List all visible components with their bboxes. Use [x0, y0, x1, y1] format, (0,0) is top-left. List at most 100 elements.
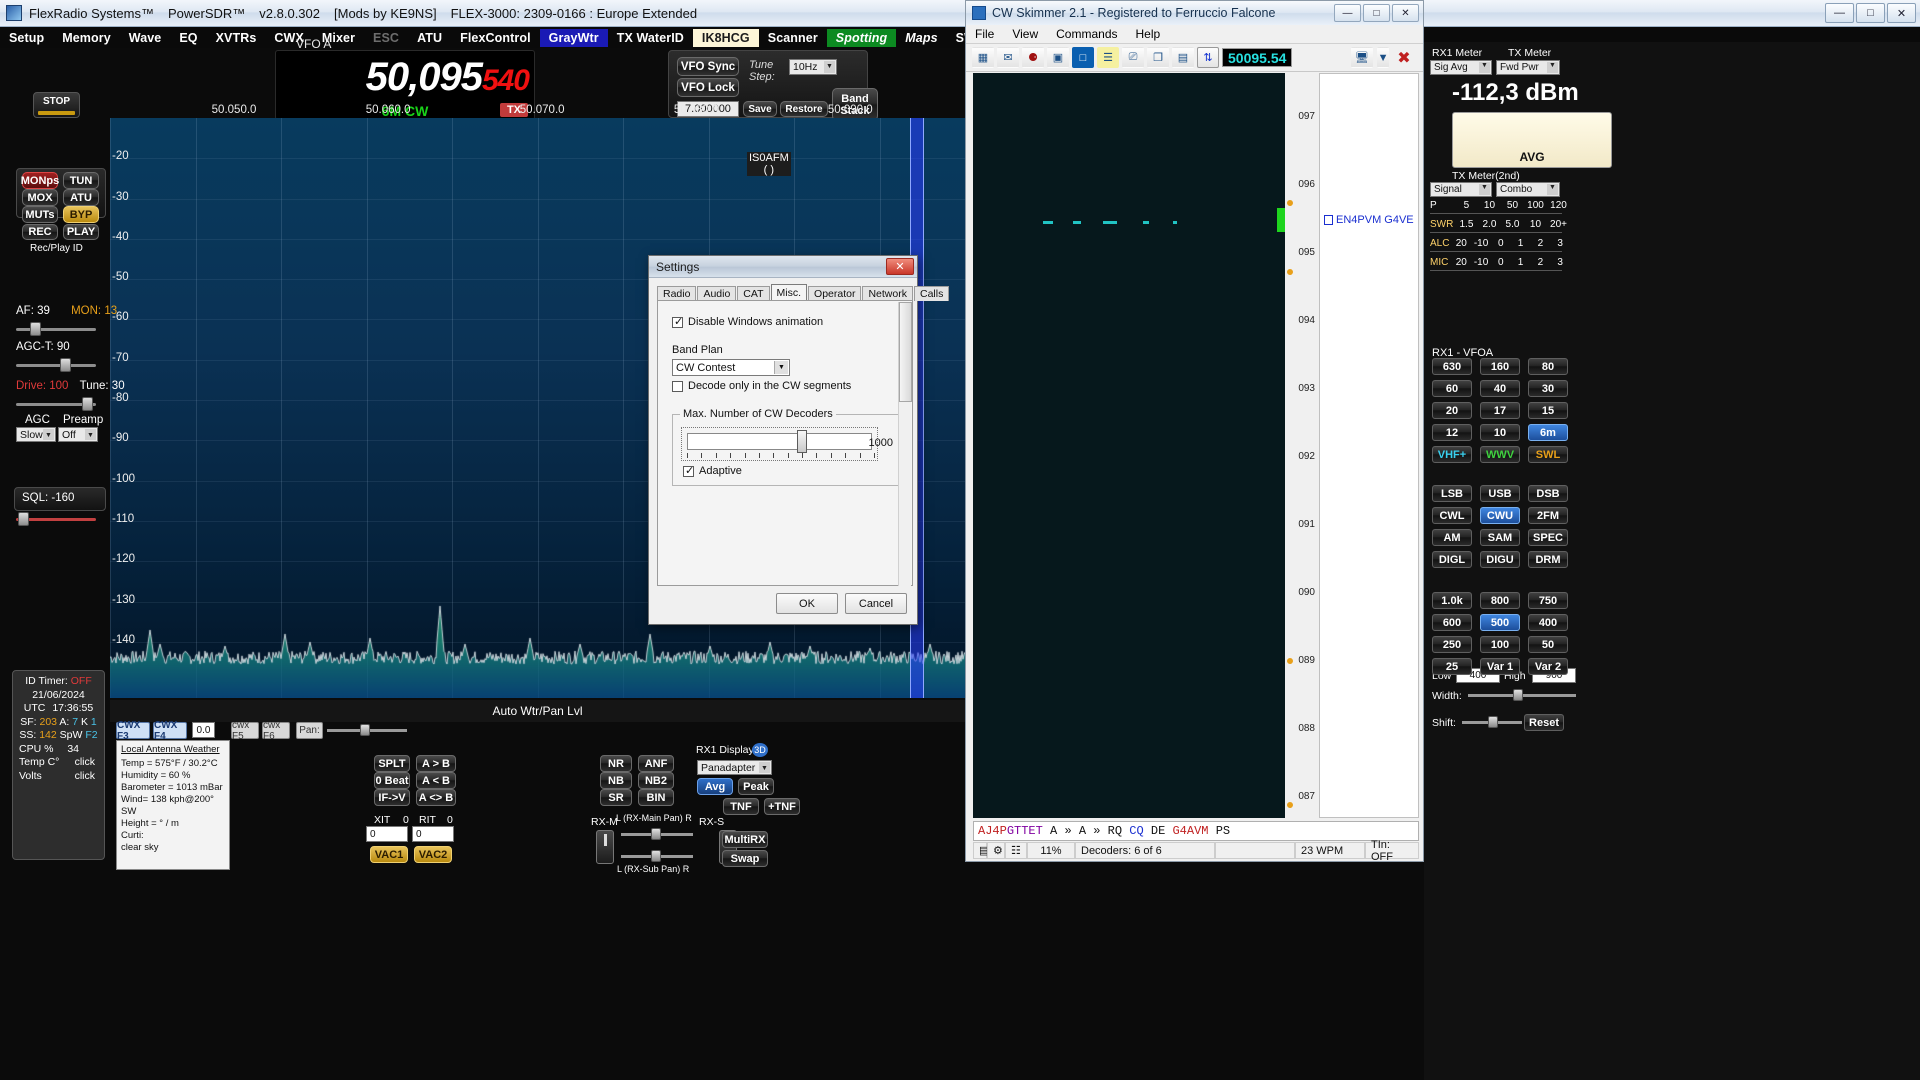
skimmer-band-marker[interactable] — [1287, 658, 1293, 664]
pan-slider[interactable] — [327, 724, 407, 736]
monitor-icon[interactable]: 🖥 — [1351, 47, 1373, 68]
rx-main-pan-slider[interactable] — [621, 828, 693, 840]
zero-beat-button[interactable]: 0 Beat — [374, 772, 410, 789]
filter-button-var-2[interactable]: Var 2 — [1528, 658, 1568, 675]
sql-slider-knob[interactable] — [18, 512, 29, 526]
vac2-button[interactable]: VAC2 — [414, 846, 452, 863]
signal-select[interactable]: Signal ▼ — [1430, 182, 1492, 197]
plus-tnf-button[interactable]: +TNF — [764, 798, 800, 815]
skimmer-menu-view[interactable]: View — [1003, 27, 1047, 41]
rx-sub-pan-slider[interactable] — [621, 850, 693, 862]
skimmer-menu-help[interactable]: Help — [1127, 27, 1170, 41]
filter-button-25[interactable]: 25 — [1432, 658, 1472, 675]
band-button-6m[interactable]: 6m — [1528, 424, 1568, 441]
band-button-12[interactable]: 12 — [1432, 424, 1472, 441]
menu-item-wave[interactable]: Wave — [120, 29, 171, 47]
settings-tab-calls[interactable]: Calls — [913, 286, 950, 301]
band-button-vhf-[interactable]: VHF+ — [1432, 446, 1472, 463]
settings-tab-operator[interactable]: Operator — [808, 286, 862, 301]
menu-item-spotting[interactable]: Spotting — [826, 28, 897, 47]
agct-slider-knob[interactable] — [60, 358, 71, 372]
preamp-select[interactable]: Off ▼ — [58, 427, 98, 442]
minimize-icon[interactable]: — — [1825, 3, 1854, 23]
rit-field[interactable]: 0 — [412, 826, 454, 842]
chevron-down-icon[interactable]: ▼ — [43, 429, 54, 440]
drive-slider[interactable] — [16, 397, 96, 411]
skimmer-tuned-marker[interactable] — [1277, 208, 1285, 232]
rx1-display-select[interactable]: Panadapter ▼ — [697, 760, 772, 775]
rx1-meter-select[interactable]: Sig Avg ▼ — [1430, 60, 1492, 75]
band-button-wwv[interactable]: WWV — [1480, 446, 1520, 463]
monps-button[interactable]: MONps — [21, 172, 59, 189]
filter-button-400[interactable]: 400 — [1528, 614, 1568, 631]
temp-value[interactable]: click — [75, 756, 101, 770]
menu-item-memory[interactable]: Memory — [53, 29, 120, 47]
band-button-80[interactable]: 80 — [1528, 358, 1568, 375]
band-plan-select[interactable]: CW Contest ▼ — [672, 359, 790, 376]
band-button-17[interactable]: 17 — [1480, 402, 1520, 419]
window-icon[interactable]: □ — [1072, 47, 1094, 68]
sql-slider[interactable] — [16, 512, 96, 526]
xit-field[interactable]: 0 — [366, 826, 408, 842]
filter-button-600[interactable]: 600 — [1432, 614, 1472, 631]
vfo-lock-button[interactable]: VFO Lock — [677, 78, 739, 97]
vfo-a-frequency[interactable]: 50,095540 — [366, 55, 530, 100]
adaptive-checkbox[interactable] — [683, 464, 694, 477]
settings-tab-radio[interactable]: Radio — [657, 286, 697, 301]
mut-button[interactable]: MUTs — [22, 206, 58, 223]
clipboard-icon[interactable]: ⎚ — [1122, 47, 1144, 68]
drive-slider-knob[interactable] — [82, 397, 93, 411]
adaptive-row[interactable]: Adaptive — [683, 464, 742, 477]
menu-item-ik8hcg[interactable]: IK8HCG — [692, 28, 759, 47]
sub-pan-knob[interactable] — [651, 850, 661, 862]
menu-item-setup[interactable]: Setup — [0, 29, 53, 47]
skimmer-menu-commands[interactable]: Commands — [1047, 27, 1126, 41]
mode-button-cwl[interactable]: CWL — [1432, 507, 1472, 524]
agct-slider[interactable] — [16, 358, 96, 372]
updown-arrows-icon[interactable]: ⇅ — [1197, 47, 1219, 68]
skimmer-band-marker[interactable] — [1287, 802, 1293, 808]
menu-item-flexcontrol[interactable]: FlexControl — [451, 29, 540, 47]
filter-button-1-0k[interactable]: 1.0k — [1432, 592, 1472, 609]
mode-button-digl[interactable]: DIGL — [1432, 551, 1472, 568]
band-button-160[interactable]: 160 — [1480, 358, 1520, 375]
menu-item-atu[interactable]: ATU — [408, 29, 451, 47]
peak-button[interactable]: Peak — [738, 778, 774, 795]
bin-button[interactable]: BIN — [638, 789, 674, 806]
if-to-v-button[interactable]: IF->V — [374, 789, 410, 806]
disable-animation-checkbox[interactable] — [672, 315, 683, 328]
play-button[interactable]: PLAY — [63, 224, 99, 240]
menu-item-xvtrs[interactable]: XVTRs — [207, 29, 266, 47]
copy-icon[interactable]: ❐ — [1147, 47, 1169, 68]
decode-only-checkbox[interactable] — [672, 380, 683, 392]
filter-button-500[interactable]: 500 — [1480, 614, 1520, 631]
band-button-10[interactable]: 10 — [1480, 424, 1520, 441]
filter-button-250[interactable]: 250 — [1432, 636, 1472, 653]
atu-button[interactable]: ATU — [63, 189, 99, 206]
chevron-down-icon[interactable]: ▼ — [1377, 47, 1389, 68]
skimmer-call-entry[interactable]: EN4PVM G4VE — [1324, 214, 1414, 226]
width-knob[interactable] — [1513, 689, 1523, 701]
dx-spot-label[interactable]: IS0AFM ( ) — [747, 152, 791, 176]
scrollbar-thumb[interactable] — [899, 302, 912, 402]
chevron-down-icon[interactable]: ▼ — [1547, 184, 1558, 195]
volts-value[interactable]: click — [75, 770, 101, 784]
chevron-down-icon[interactable]: ▼ — [1479, 184, 1490, 195]
menu-item-graywtr[interactable]: GrayWtr — [539, 28, 608, 47]
mode-button-2fm[interactable]: 2FM — [1528, 507, 1568, 524]
main-pan-knob[interactable] — [651, 828, 661, 840]
mode-button-digu[interactable]: DIGU — [1480, 551, 1520, 568]
af-slider-knob[interactable] — [30, 322, 41, 336]
menu-item-eq[interactable]: EQ — [170, 29, 206, 47]
floppy-icon[interactable]: ▣ — [1047, 47, 1069, 68]
rx-main-volume-knob[interactable] — [596, 830, 614, 864]
a-swap-b-button[interactable]: A <> B — [416, 789, 456, 806]
tnf-button[interactable]: TNF — [723, 798, 759, 815]
shift-slider[interactable] — [1462, 716, 1522, 728]
menu-item-esc[interactable]: ESC — [364, 29, 408, 47]
swap-button[interactable]: Swap — [722, 850, 768, 867]
band-button-60[interactable]: 60 — [1432, 380, 1472, 397]
mode-button-usb[interactable]: USB — [1480, 485, 1520, 502]
menu-item-tx-waterid[interactable]: TX WaterID — [608, 29, 693, 47]
skimmer-decoded-text[interactable]: AJ4PGTTET A » A » RQ CQ DE G4AVM PS — [973, 821, 1419, 841]
